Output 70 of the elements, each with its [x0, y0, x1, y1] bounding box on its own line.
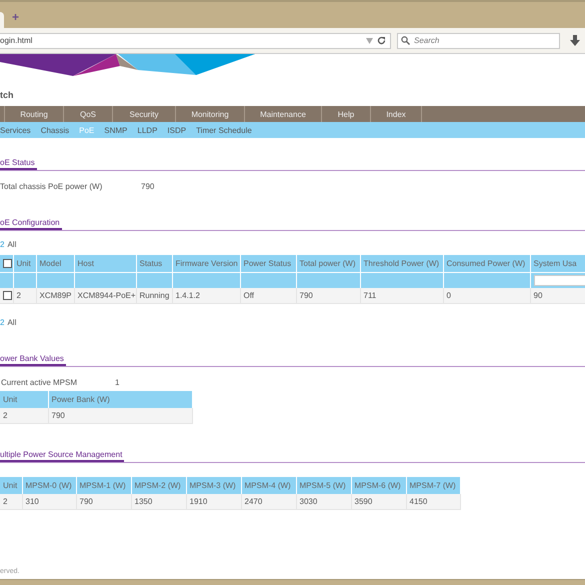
- column-header: Firmware Version: [172, 255, 240, 272]
- table-cell: 711: [360, 288, 443, 304]
- table-cell: 3030: [296, 494, 351, 510]
- column-header: Power Bank (W): [48, 391, 192, 408]
- subnav-tab[interactable]: SNMP: [104, 126, 128, 134]
- section-title: oE Status: [0, 158, 37, 170]
- download-icon[interactable]: [570, 35, 580, 46]
- column-header: MPSM-3 (W): [186, 477, 241, 494]
- field-value: 790: [141, 182, 154, 192]
- new-tab-button[interactable]: +: [12, 10, 20, 24]
- checkbox[interactable]: [3, 259, 12, 268]
- column-header: Model: [36, 255, 74, 272]
- table-cell: XCM89P: [36, 288, 74, 304]
- all-link[interactable]: All: [7, 318, 16, 328]
- table-cell: Off: [240, 288, 296, 304]
- column-header: Total power (W): [296, 255, 360, 272]
- column-header: Consumed Power (W): [443, 255, 530, 272]
- table-cell: 310: [22, 494, 76, 510]
- section-title: oE Configuration: [0, 218, 62, 230]
- table-cell: 2: [0, 408, 48, 424]
- subnav-tab[interactable]: Services: [0, 126, 31, 134]
- column-header: System Usa: [530, 255, 585, 272]
- search-icon: [401, 36, 410, 45]
- table-cell: 4150: [406, 494, 460, 510]
- column-header: Unit: [0, 391, 48, 408]
- column-header: Power Status: [240, 255, 296, 272]
- table-cell: 2: [0, 494, 22, 510]
- column-header: Unit: [13, 255, 36, 272]
- field-label: Current active MPSM: [1, 378, 78, 388]
- subnav-tab[interactable]: LLDP: [137, 126, 158, 134]
- table-cell: Running: [136, 288, 172, 304]
- table-cell: 790: [48, 408, 192, 424]
- section-title: ultiple Power Source Management: [0, 450, 124, 462]
- column-header: MPSM-0 (W): [22, 477, 76, 494]
- table-cell: 2470: [241, 494, 296, 510]
- table-cell: 1350: [131, 494, 186, 510]
- all-link[interactable]: All: [7, 240, 16, 250]
- column-header: Unit: [0, 477, 22, 494]
- column-header: MPSM-6 (W): [351, 477, 406, 494]
- table-cell: 790: [76, 494, 131, 510]
- column-header: MPSM-2 (W): [131, 477, 186, 494]
- table-cell: 3590: [351, 494, 406, 510]
- subnav-tab[interactable]: ISDP: [167, 126, 186, 134]
- reload-icon[interactable]: [377, 36, 386, 45]
- column-header: Host: [74, 255, 136, 272]
- subnav-tab[interactable]: Timer Schedule: [196, 126, 252, 134]
- table-cell: 1.4.1.2: [172, 288, 240, 304]
- section-title: ower Bank Values: [0, 354, 66, 366]
- table-cell: 1910: [186, 494, 241, 510]
- table-cell: 2: [13, 288, 36, 304]
- search-field[interactable]: Search: [397, 32, 560, 48]
- field-label: Total chassis PoE power (W): [0, 182, 104, 192]
- checkbox[interactable]: [3, 291, 12, 300]
- address-bar[interactable]: ogin.html: [0, 32, 391, 48]
- table-cell: 790: [296, 288, 360, 304]
- column-header: Threshold Power (W): [360, 255, 443, 272]
- page-link[interactable]: 2: [0, 240, 4, 250]
- subnav-tab[interactable]: Chassis: [40, 126, 70, 134]
- table-cell: 0: [443, 288, 530, 304]
- page-link[interactable]: 2: [0, 318, 4, 328]
- table-cell: XCM8944-PoE+: [74, 288, 136, 304]
- filter-field[interactable]: [534, 275, 585, 286]
- column-header: Status: [136, 255, 172, 272]
- app-title: tch: [0, 90, 14, 100]
- column-header: MPSM-1 (W): [76, 477, 131, 494]
- column-header: MPSM-5 (W): [296, 477, 351, 494]
- column-header: MPSM-4 (W): [241, 477, 296, 494]
- table-cell: 90: [530, 288, 585, 304]
- column-header: MPSM-7 (W): [406, 477, 460, 494]
- field-value: 1: [115, 378, 120, 388]
